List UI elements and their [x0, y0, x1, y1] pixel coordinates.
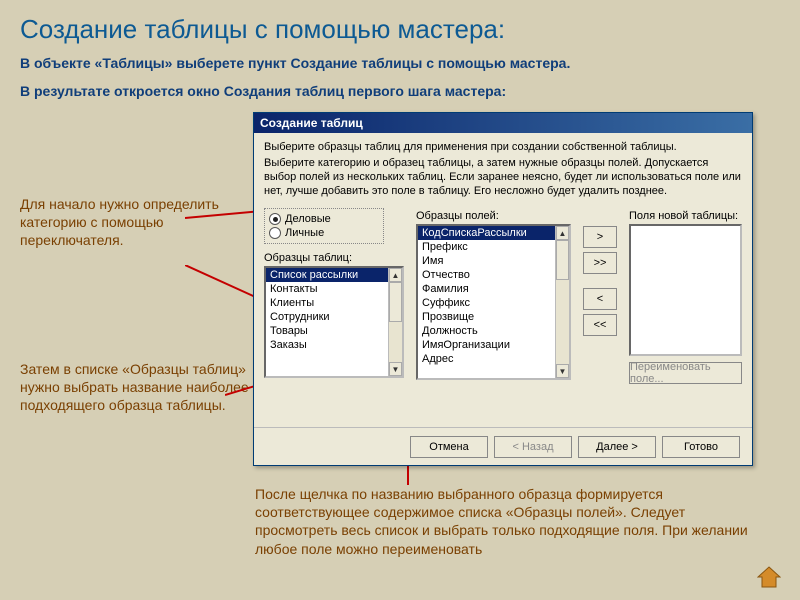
- radio-business[interactable]: Деловые: [269, 212, 379, 226]
- radio-personal[interactable]: Личные: [269, 226, 379, 240]
- list-item[interactable]: Префикс: [418, 240, 569, 254]
- add-field-button[interactable]: >: [583, 226, 617, 248]
- home-icon[interactable]: [756, 564, 782, 590]
- sample-fields-label: Образцы полей:: [416, 208, 571, 224]
- scroll-down-icon[interactable]: ▼: [389, 362, 402, 376]
- finish-button[interactable]: Готово: [662, 436, 740, 458]
- scroll-up-icon[interactable]: ▲: [389, 268, 402, 282]
- list-item[interactable]: Должность: [418, 324, 569, 338]
- radio-label: Деловые: [285, 213, 331, 225]
- sample-fields-listbox[interactable]: КодСпискаРассылки Префикс Имя Отчество Ф…: [416, 224, 571, 380]
- dialog-instruction-2: Выберите категорию и образец таблицы, а …: [264, 155, 742, 204]
- list-item[interactable]: Адрес: [418, 352, 569, 366]
- radio-icon: [269, 213, 281, 225]
- scroll-down-icon[interactable]: ▼: [556, 364, 569, 378]
- sample-tables-label: Образцы таблиц:: [264, 250, 404, 266]
- list-item[interactable]: КодСпискаРассылки: [418, 226, 569, 240]
- add-all-fields-button[interactable]: >>: [583, 252, 617, 274]
- sample-tables-listbox[interactable]: Список рассылки Контакты Клиенты Сотрудн…: [264, 266, 404, 378]
- scroll-up-icon[interactable]: ▲: [556, 226, 569, 240]
- list-item[interactable]: Прозвище: [418, 310, 569, 324]
- list-item[interactable]: Отчество: [418, 268, 569, 282]
- dialog-titlebar: Создание таблиц: [254, 113, 752, 133]
- rename-field-button[interactable]: Переименовать поле...: [629, 362, 742, 384]
- list-item[interactable]: ИмяОрганизации: [418, 338, 569, 352]
- list-item[interactable]: Имя: [418, 254, 569, 268]
- category-radio-group: Деловые Личные: [264, 208, 384, 244]
- new-fields-label: Поля новой таблицы:: [629, 208, 742, 224]
- annotation-fields: После щелчка по названию выбранного обра…: [255, 485, 755, 558]
- list-item[interactable]: Сотрудники: [266, 310, 402, 324]
- page-title: Создание таблицы с помощью мастера:: [0, 0, 800, 53]
- list-item[interactable]: Клиенты: [266, 296, 402, 310]
- new-fields-listbox[interactable]: [629, 224, 742, 356]
- next-button[interactable]: Далее >: [578, 436, 656, 458]
- list-item[interactable]: Заказы: [266, 338, 402, 352]
- intro-text-2: В результате откроется окно Создания таб…: [0, 73, 800, 107]
- radio-icon: [269, 227, 281, 239]
- dialog-instruction-1: Выберите образцы таблиц для применения п…: [264, 139, 742, 155]
- annotation-category: Для начало нужно определить категорию с …: [20, 195, 230, 250]
- list-item[interactable]: Товары: [266, 324, 402, 338]
- list-item[interactable]: Список рассылки: [266, 268, 402, 282]
- cancel-button[interactable]: Отмена: [410, 436, 488, 458]
- annotation-tables: Затем в списке «Образцы таблиц» нужно вы…: [20, 360, 250, 415]
- remove-field-button[interactable]: <: [583, 288, 617, 310]
- list-item[interactable]: Суффикс: [418, 296, 569, 310]
- intro-text-1: В объекте «Таблицы» выберете пункт Созда…: [0, 53, 800, 73]
- scrollbar[interactable]: ▲ ▼: [555, 226, 569, 378]
- table-wizard-dialog: Создание таблиц Выберите образцы таблиц …: [253, 112, 753, 466]
- back-button[interactable]: < Назад: [494, 436, 572, 458]
- dialog-footer: Отмена < Назад Далее > Готово: [254, 427, 752, 465]
- list-item[interactable]: Фамилия: [418, 282, 569, 296]
- remove-all-fields-button[interactable]: <<: [583, 314, 617, 336]
- radio-label: Личные: [285, 227, 324, 239]
- list-item[interactable]: Контакты: [266, 282, 402, 296]
- scrollbar[interactable]: ▲ ▼: [388, 268, 402, 376]
